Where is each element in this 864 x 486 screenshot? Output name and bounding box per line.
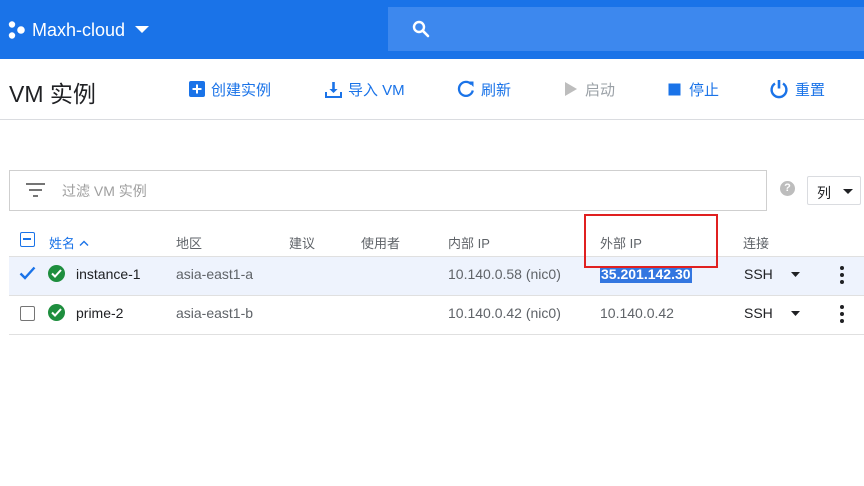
more-vert-icon[interactable] (838, 305, 846, 323)
column-header-in-use-by[interactable]: 使用者 (361, 233, 400, 252)
select-all-checkbox[interactable] (20, 232, 35, 247)
checkmark-icon (19, 266, 36, 280)
page-title: VM 实例 (9, 81, 96, 107)
import-vm-button[interactable]: 导入 VM (325, 79, 405, 99)
chevron-down-icon (135, 26, 150, 33)
page-toolbar: VM 实例 创建实例 导入 VM 刷新 启动 停止 重置 (0, 59, 864, 120)
download-icon (325, 81, 342, 98)
reset-button[interactable]: 重置 (769, 79, 825, 99)
create-instance-button[interactable]: 创建实例 (189, 79, 271, 99)
help-icon[interactable]: ? (780, 181, 795, 196)
instance-name-link[interactable]: instance-1 (76, 266, 141, 282)
add-box-icon (189, 81, 205, 97)
chevron-down-icon[interactable] (790, 271, 800, 277)
instance-zone: asia-east1-a (176, 266, 254, 282)
columns-button[interactable]: 列 (807, 176, 861, 205)
top-app-bar: Maxh-cloud (0, 0, 864, 59)
ssh-label: SSH (744, 305, 773, 321)
filter-input[interactable] (62, 180, 752, 202)
check-circle-icon (51, 269, 62, 278)
ssh-label: SSH (744, 266, 773, 282)
table-row-divider (9, 295, 864, 296)
start-button[interactable]: 启动 (563, 79, 615, 99)
column-header-recommendation[interactable]: 建议 (289, 233, 315, 252)
column-header-connect[interactable]: 连接 (743, 233, 769, 252)
column-header-name[interactable]: 姓名 (49, 233, 89, 252)
ssh-button[interactable]: SSH (744, 266, 800, 282)
instance-internal-ip: 10.140.0.58 (nic0) (448, 266, 561, 282)
chevron-down-icon[interactable] (790, 310, 800, 316)
filter-bar[interactable] (9, 170, 767, 211)
column-header-internal-ip[interactable]: 内部 IP (448, 233, 490, 252)
power-icon (770, 80, 788, 99)
search-bar[interactable] (388, 7, 864, 51)
instance-zone: asia-east1-b (176, 305, 254, 321)
ssh-button[interactable]: SSH (744, 305, 800, 321)
project-dots-icon (8, 21, 25, 39)
instance-external-ip[interactable]: 10.140.0.42 (600, 305, 674, 321)
row-checkbox-instance-1[interactable] (19, 266, 36, 281)
refresh-label: 刷新 (481, 81, 512, 99)
columns-label: 列 (817, 185, 831, 201)
project-name: Maxh-cloud (32, 19, 126, 40)
filter-icon (26, 183, 45, 197)
more-vert-icon[interactable] (838, 266, 846, 284)
project-selector[interactable]: Maxh-cloud (6, 17, 150, 43)
search-icon (412, 20, 430, 38)
stop-icon (668, 83, 681, 96)
check-circle-icon (51, 308, 62, 317)
column-header-name-label: 姓名 (49, 236, 76, 251)
status-running-icon (48, 265, 65, 282)
status-running-icon (48, 304, 65, 321)
play-icon (565, 82, 577, 96)
instance-external-ip[interactable]: 35.201.142.30 (600, 266, 692, 283)
instance-internal-ip: 10.140.0.42 (nic0) (448, 305, 561, 321)
import-vm-label: 导入 VM (348, 81, 405, 99)
search-input[interactable] (442, 15, 842, 43)
reset-label: 重置 (795, 81, 826, 99)
column-header-zone[interactable]: 地区 (176, 233, 202, 252)
sort-ascending-icon (79, 240, 89, 246)
instance-name-link[interactable]: prime-2 (76, 305, 123, 321)
start-label: 启动 (585, 81, 616, 99)
stop-label: 停止 (689, 81, 720, 99)
refresh-icon (457, 80, 474, 97)
chevron-down-icon (843, 189, 853, 194)
column-header-external-ip[interactable]: 外部 IP (600, 233, 642, 252)
refresh-button[interactable]: 刷新 (457, 79, 511, 99)
create-instance-label: 创建实例 (211, 81, 272, 99)
row-checkbox-prime-2[interactable] (20, 306, 35, 321)
table-row-divider (9, 334, 864, 335)
stop-button[interactable]: 停止 (667, 79, 719, 99)
